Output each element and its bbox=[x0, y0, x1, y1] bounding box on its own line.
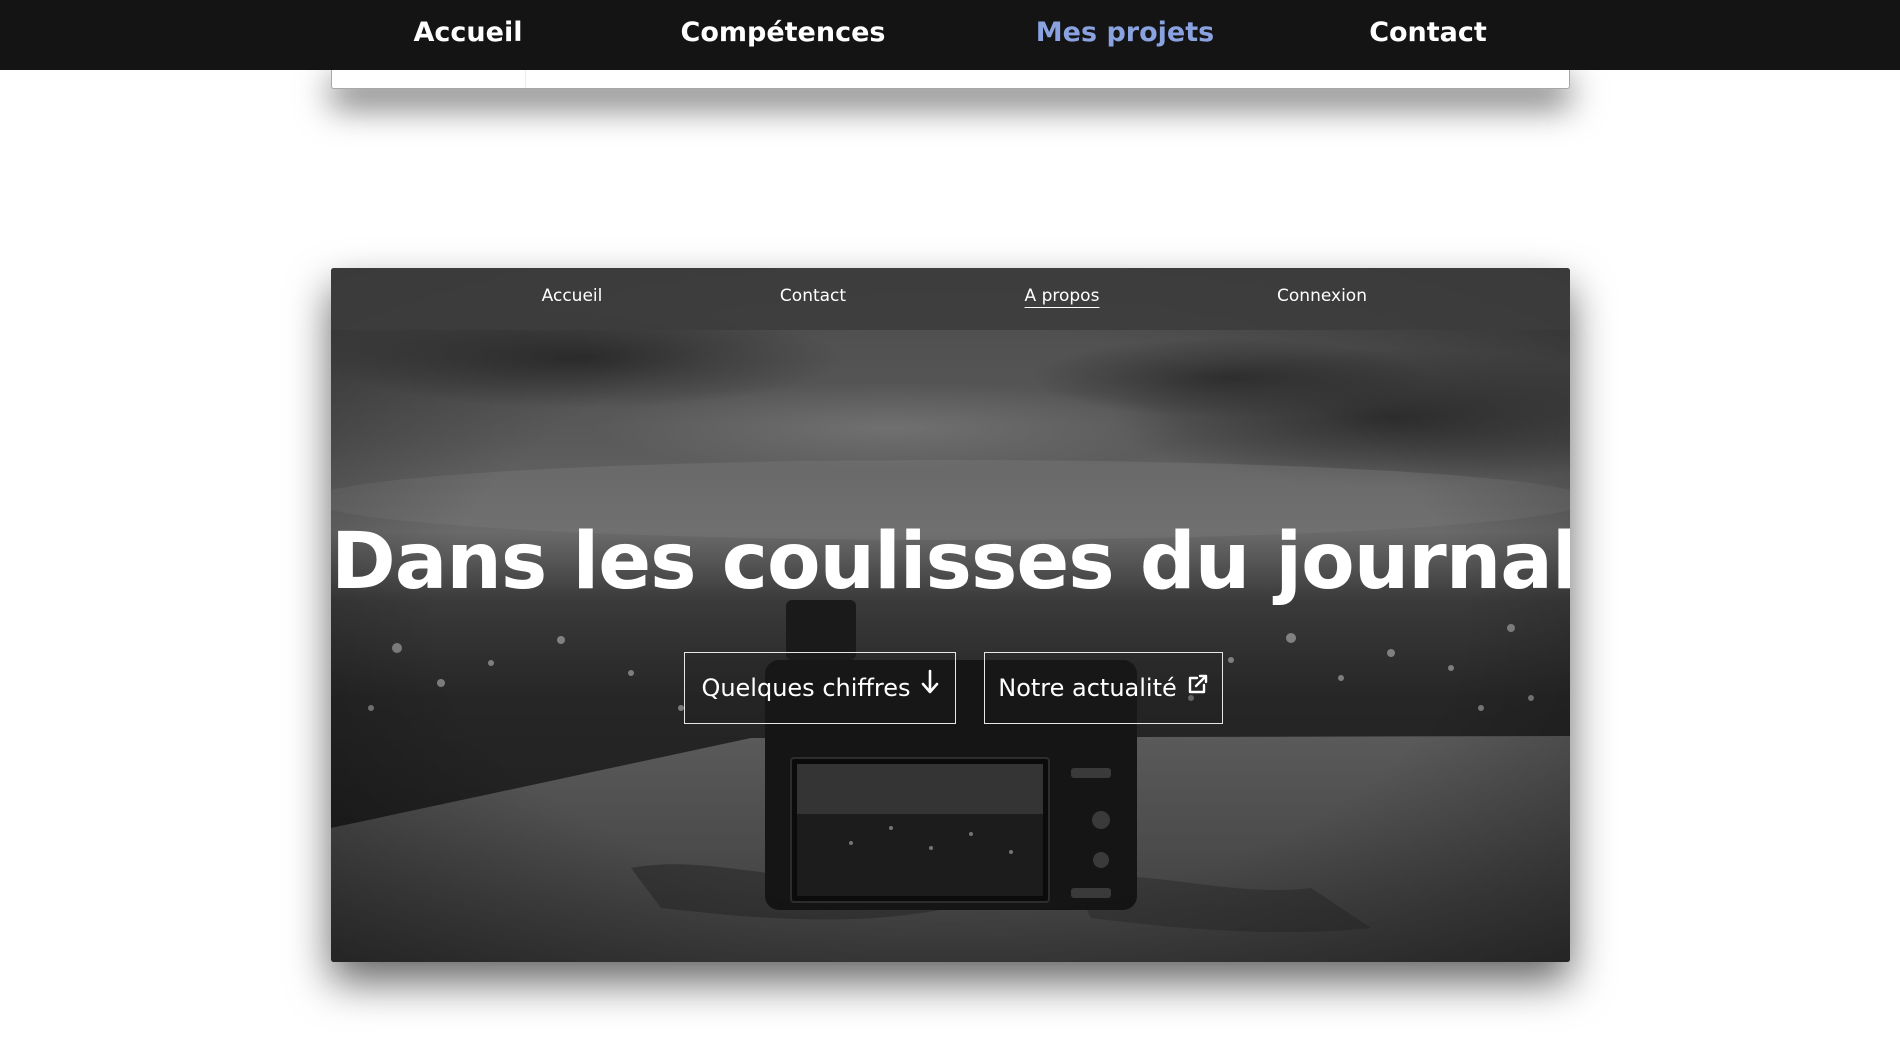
notre-actualite-button[interactable]: Notre actualité bbox=[984, 652, 1223, 724]
hero-nav-accueil[interactable]: Accueil bbox=[542, 268, 603, 324]
arrow-down-icon bbox=[921, 652, 939, 722]
hero-nav-a-propos[interactable]: A propos bbox=[1025, 268, 1100, 324]
quelques-chiffres-button[interactable]: Quelques chiffres bbox=[684, 652, 956, 724]
notre-actualite-label: Notre actualité bbox=[998, 674, 1177, 702]
nav-link-contact[interactable]: Contact bbox=[1369, 0, 1487, 66]
hero-title: Dans les coulisses du journal bbox=[331, 517, 1570, 607]
project-preview-card: Accueil Contact A propos Connexion Dans … bbox=[331, 268, 1570, 962]
hero-background-photo bbox=[331, 268, 1570, 962]
quelques-chiffres-label: Quelques chiffres bbox=[701, 674, 911, 702]
hero-nav-connexion[interactable]: Connexion bbox=[1277, 268, 1367, 324]
nav-link-mes-projets[interactable]: Mes projets bbox=[1036, 0, 1214, 66]
nav-link-competences[interactable]: Compétences bbox=[681, 0, 886, 66]
site-nav: Accueil Compétences Mes projets Contact bbox=[0, 0, 1900, 70]
hero-nav-contact[interactable]: Contact bbox=[780, 268, 846, 324]
hero-nav: Accueil Contact A propos Connexion bbox=[331, 268, 1570, 330]
external-link-icon bbox=[1187, 652, 1209, 722]
nav-link-accueil[interactable]: Accueil bbox=[414, 0, 523, 66]
